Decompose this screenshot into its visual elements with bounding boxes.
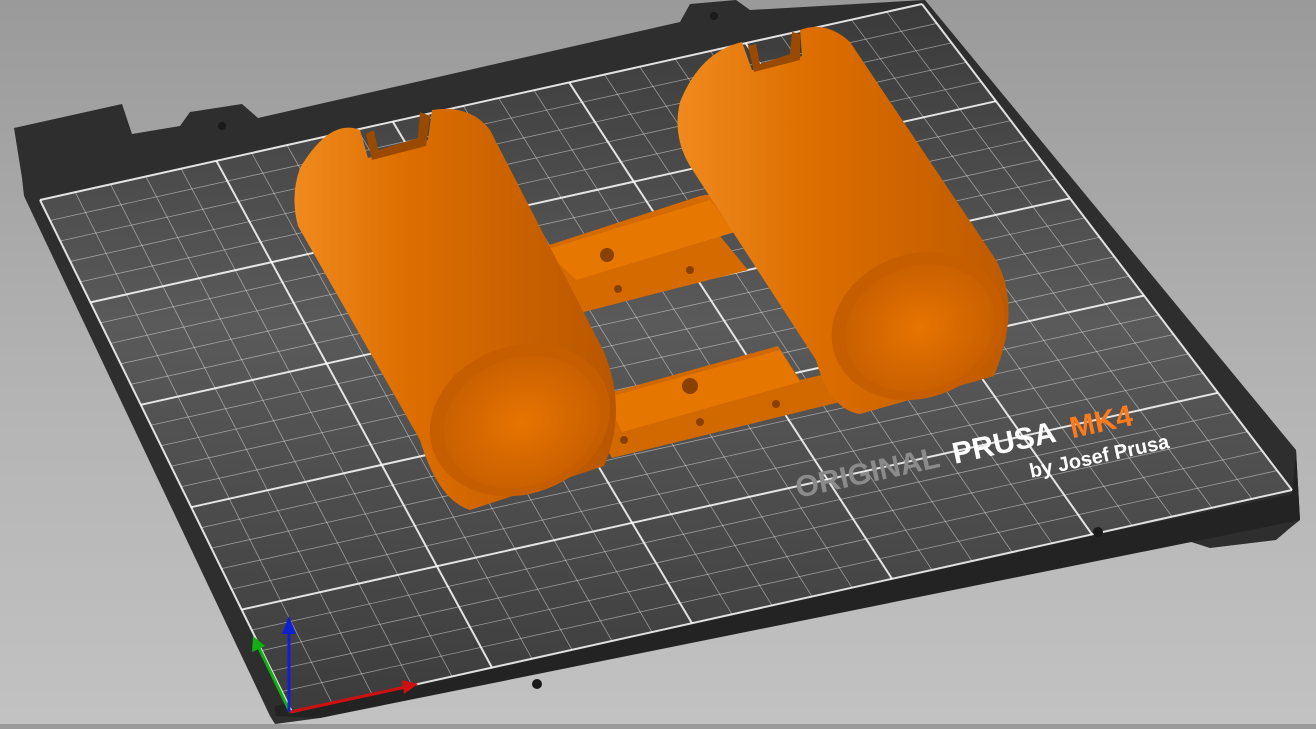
3d-viewport[interactable]: ORIGINAL PRUSA MK4 by Josef Prusa bbox=[0, 0, 1316, 724]
bed-screw-4 bbox=[532, 679, 542, 689]
model-hole bbox=[696, 418, 704, 426]
model-hole bbox=[614, 285, 622, 293]
model-hole bbox=[772, 400, 780, 408]
bed-screw-2 bbox=[710, 12, 718, 20]
print-bed bbox=[14, 0, 1300, 724]
bed-screw-3 bbox=[1093, 527, 1103, 537]
model-hole bbox=[600, 248, 614, 262]
scene-canvas[interactable]: ORIGINAL PRUSA MK4 by Josef Prusa bbox=[0, 0, 1316, 724]
bed-screw-1 bbox=[218, 122, 226, 130]
model-hole bbox=[686, 266, 694, 274]
model-hole bbox=[682, 378, 698, 394]
model-hole bbox=[620, 436, 628, 444]
